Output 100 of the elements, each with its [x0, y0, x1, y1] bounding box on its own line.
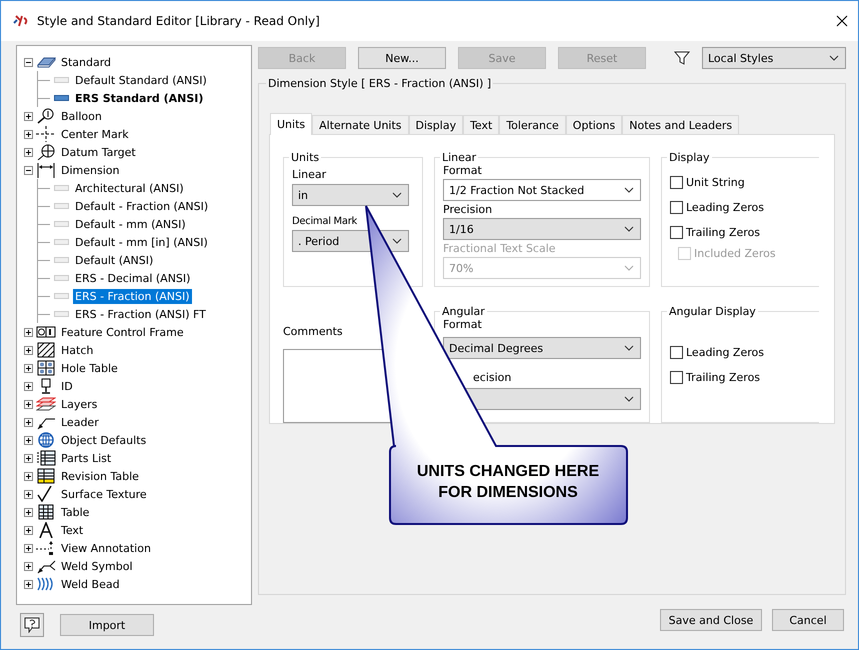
tree-item[interactable]: Feature Control Frame	[59, 324, 186, 340]
tree-item[interactable]: Datum Target	[59, 144, 138, 160]
tree-item[interactable]: Default Standard (ANSI)	[73, 72, 209, 88]
tree-item[interactable]: ERS - Decimal (ANSI)	[73, 270, 192, 286]
chevron-down-icon	[829, 55, 839, 61]
tree-item[interactable]: Table	[59, 504, 92, 520]
tree-item[interactable]: Layers	[59, 396, 100, 412]
cancel-button[interactable]: Cancel	[772, 609, 844, 631]
toolbar-button[interactable]: New...	[358, 47, 446, 69]
tab[interactable]: Alternate Units	[312, 115, 409, 134]
chevron-down-icon	[624, 265, 634, 271]
tree-item[interactable]: Weld Symbol	[59, 558, 135, 574]
expand-icon[interactable]	[24, 508, 33, 516]
tree-item[interactable]: Default - mm (ANSI)	[73, 216, 188, 232]
tree-item[interactable]: Default - mm [in] (ANSI)	[73, 234, 210, 250]
chevron-down-icon	[624, 345, 634, 351]
expand-icon[interactable]	[24, 130, 33, 138]
field-label: Fractional Text Scale	[443, 242, 557, 255]
group-title: Display	[668, 151, 711, 164]
collapse-icon[interactable]	[24, 166, 33, 174]
tree-item[interactable]: ID	[59, 378, 75, 394]
tab[interactable]: Tolerance	[499, 115, 566, 134]
expand-icon[interactable]	[24, 526, 33, 534]
chevron-down-icon	[624, 187, 634, 193]
layers-icon	[36, 396, 56, 412]
tab[interactable]: Options	[566, 115, 622, 134]
tab[interactable]: Display	[408, 115, 464, 134]
expand-icon[interactable]	[24, 328, 33, 336]
expand-icon[interactable]	[24, 346, 33, 354]
tree-item[interactable]: ERS Standard (ANSI)	[73, 90, 206, 106]
tree-item[interactable]: Object Defaults	[59, 432, 148, 448]
import-button[interactable]: Import	[60, 614, 154, 636]
group-title: Angular	[441, 305, 486, 318]
tree-item[interactable]: Leader	[59, 414, 101, 430]
expand-icon[interactable]	[24, 364, 33, 372]
group-title: Linear	[441, 151, 478, 164]
chevron-down-icon	[624, 226, 634, 232]
filter-dropdown[interactable]: Local Styles	[702, 47, 846, 69]
expand-icon[interactable]	[24, 562, 33, 570]
tree-item[interactable]: Balloon	[59, 108, 104, 124]
expand-icon[interactable]	[24, 454, 33, 462]
tree-item[interactable]: ERS - Fraction (ANSI)	[73, 288, 192, 304]
datum-target-icon	[36, 144, 56, 160]
expand-icon[interactable]	[24, 400, 33, 408]
tree-item[interactable]: Hatch	[59, 342, 96, 358]
checkbox[interactable]	[670, 371, 683, 384]
hole-table-icon	[36, 360, 56, 376]
field-label: Format	[443, 164, 483, 177]
tree-item[interactable]: Standard	[59, 54, 114, 70]
tree-item[interactable]: Architectural (ANSI)	[73, 180, 186, 196]
expand-icon[interactable]	[24, 112, 33, 120]
tree-item[interactable]: View Annotation	[59, 540, 153, 556]
tab[interactable]: Text	[463, 115, 500, 134]
expand-icon[interactable]	[24, 436, 33, 444]
checkbox-label: Unit String	[686, 176, 745, 189]
close-icon[interactable]	[836, 15, 848, 27]
style-title: Dimension Style [ ERS - Fraction (ANSI) ]	[267, 77, 492, 90]
tree-item[interactable]: Default (ANSI)	[73, 252, 156, 268]
expand-icon[interactable]	[24, 580, 33, 588]
expand-icon[interactable]	[24, 418, 33, 426]
expand-icon[interactable]	[24, 148, 33, 156]
revision-table-icon	[36, 468, 56, 484]
expand-icon[interactable]	[24, 490, 33, 498]
format-dropdown[interactable]: 1/2 Fraction Not Stacked	[443, 179, 641, 201]
globe-icon	[36, 432, 56, 448]
checkbox-label: Leading Zeros	[686, 201, 764, 214]
expand-icon[interactable]	[24, 472, 33, 480]
chevron-down-icon	[392, 238, 402, 244]
view-annotation-icon	[36, 540, 56, 556]
weld-symbol-icon	[36, 558, 56, 574]
save-close-button[interactable]: Save and Close	[660, 609, 762, 631]
tree-item[interactable]: Surface Texture	[59, 486, 149, 502]
expand-icon[interactable]	[24, 544, 33, 552]
precision-dropdown[interactable]: 1/16	[443, 218, 641, 240]
filter-icon[interactable]	[674, 51, 690, 65]
group-title: Units	[290, 151, 320, 164]
tree-item[interactable]: Default - Fraction (ANSI)	[73, 198, 210, 214]
tree-item[interactable]: Weld Bead	[59, 576, 122, 592]
tree-item[interactable]: Text	[59, 522, 86, 538]
tree-item[interactable]: ERS - Fraction (ANSI) FT	[73, 306, 208, 322]
field-label: Linear	[292, 168, 328, 181]
expand-icon[interactable]	[24, 382, 33, 390]
angular-format-dropdown[interactable]: Decimal Degrees	[443, 337, 641, 359]
linear-unit-dropdown[interactable]: in	[292, 184, 409, 206]
chevron-down-icon	[392, 192, 402, 198]
checkbox[interactable]	[670, 226, 683, 239]
tree-item[interactable]: Parts List	[59, 450, 114, 466]
checkbox[interactable]	[670, 346, 683, 359]
field-label: Format	[443, 318, 483, 331]
tree-item[interactable]: Revision Table	[59, 468, 141, 484]
tab[interactable]: Notes and Leaders	[622, 115, 740, 134]
tree-item[interactable]: Hole Table	[59, 360, 120, 376]
checkbox[interactable]	[670, 201, 683, 214]
tab[interactable]: Units	[270, 113, 312, 135]
checkbox[interactable]	[670, 176, 683, 189]
collapse-icon[interactable]	[24, 58, 33, 66]
help-button[interactable]	[20, 613, 44, 637]
tree-item[interactable]: Dimension	[59, 162, 122, 178]
tree-item[interactable]: Center Mark	[59, 126, 131, 142]
window-title: Style and Standard Editor [Library - Read Only]	[37, 14, 321, 28]
